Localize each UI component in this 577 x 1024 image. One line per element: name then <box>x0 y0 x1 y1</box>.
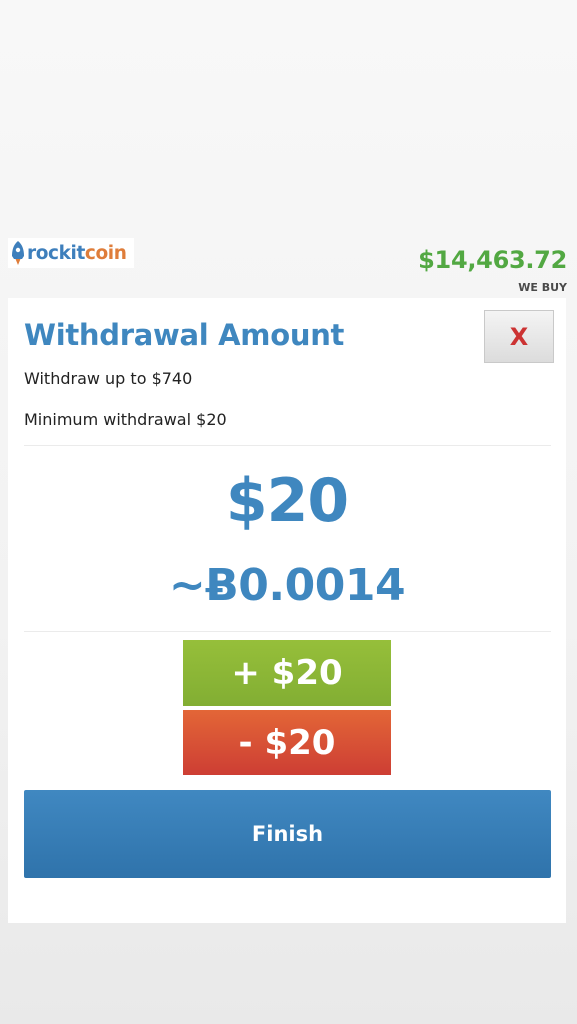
logo-text-rockit: rockit <box>27 242 85 264</box>
increment-button[interactable]: + $20 <box>183 640 391 706</box>
max-withdrawal-text: Withdraw up to $740 <box>24 369 193 388</box>
divider <box>24 445 551 446</box>
divider <box>24 631 551 632</box>
close-button[interactable]: X <box>484 310 554 363</box>
price-label: WE BUY <box>518 281 567 294</box>
close-icon: X <box>509 322 529 351</box>
logo-text-coin: coin <box>84 242 127 264</box>
decrement-button[interactable]: - $20 <box>183 710 391 775</box>
finish-button[interactable]: Finish <box>24 790 551 878</box>
withdrawal-dialog: Withdrawal Amount X Withdraw up to $740 … <box>8 298 566 923</box>
min-withdrawal-text: Minimum withdrawal $20 <box>24 410 227 429</box>
dialog-title: Withdrawal Amount <box>24 318 345 352</box>
rockitcoin-logo: rockitcoin <box>8 238 134 268</box>
withdrawal-amount: $20 <box>225 466 349 536</box>
btc-price: $14,463.72 <box>418 246 567 274</box>
btc-equivalent: ~Ƀ0.0014 <box>168 560 406 611</box>
rocket-icon <box>12 241 24 265</box>
